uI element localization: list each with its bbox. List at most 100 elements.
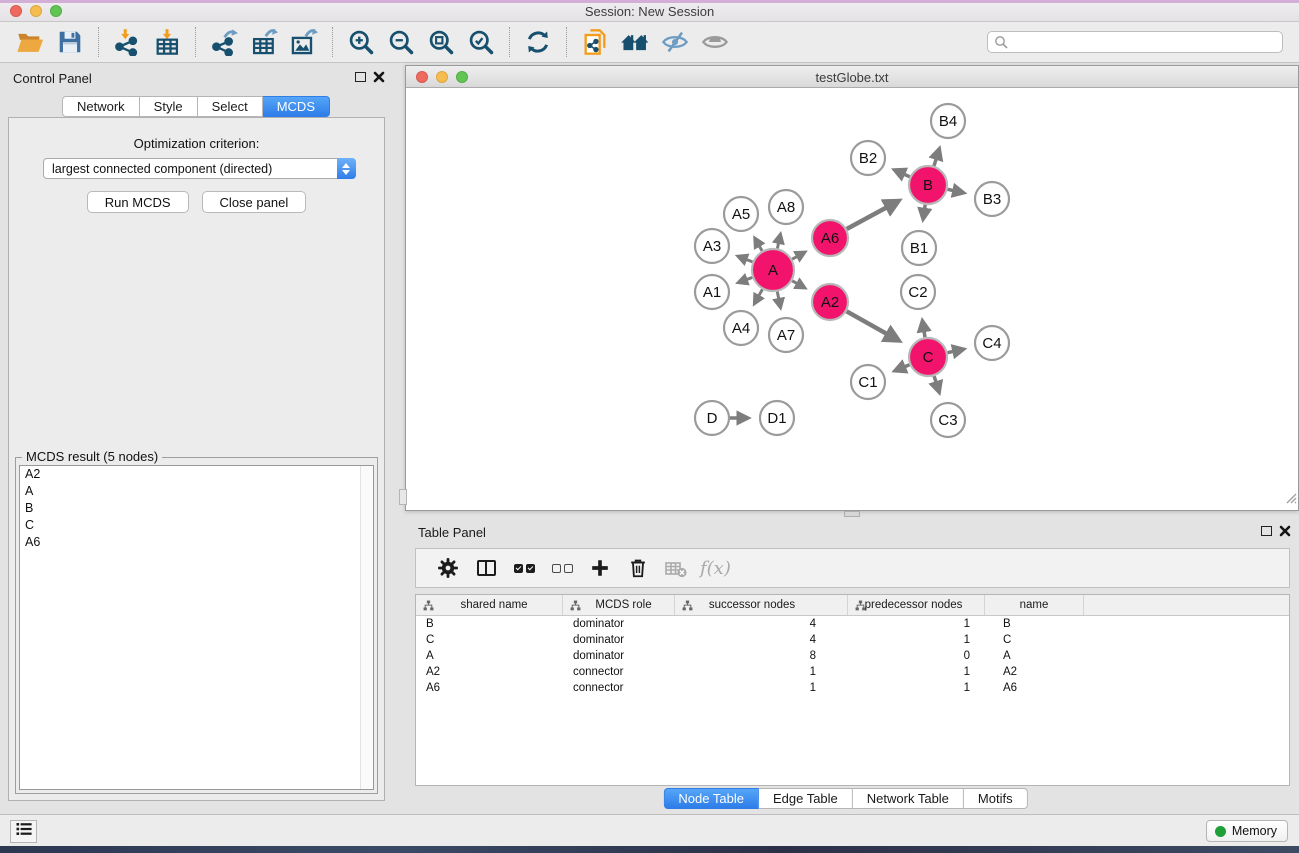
tab-select[interactable]: Select [198,96,263,117]
cell-mcds-role[interactable]: dominator [563,634,675,646]
cell-name[interactable]: A2 [985,666,1084,678]
graph-node-B3[interactable]: B3 [975,182,1009,216]
zoom-fit-icon[interactable] [424,25,458,59]
tab-network-table[interactable]: Network Table [853,788,964,809]
select-all-checkboxes-icon[interactable] [506,553,542,583]
list-item[interactable]: A2 [20,466,373,483]
graph-node-B[interactable]: B [909,166,947,204]
column-header-mcds-role[interactable]: MCDS role [563,595,675,615]
cell-name[interactable]: A [985,650,1084,662]
deselect-all-checkboxes-icon[interactable] [544,553,580,583]
node-table[interactable]: shared name MCDS role successor nodes [415,594,1290,786]
cell-name[interactable]: A6 [985,682,1084,694]
cell-successor-nodes[interactable]: 4 [675,634,848,646]
graph-node-C3[interactable]: C3 [931,403,965,437]
cell-mcds-role[interactable]: connector [563,682,675,694]
graph-node-A6[interactable]: A6 [812,220,848,256]
zoom-out-icon[interactable] [384,25,418,59]
zoom-in-icon[interactable] [344,25,378,59]
graph-node-A4[interactable]: A4 [724,311,758,345]
home-networks-icon[interactable] [618,25,652,59]
graph-node-A8[interactable]: A8 [769,190,803,224]
tab-style[interactable]: Style [140,96,198,117]
cell-successor-nodes[interactable]: 4 [675,618,848,630]
search-input[interactable] [987,31,1283,53]
mcds-result-list[interactable]: A2 A B C A6 [19,465,374,790]
graph-node-B1[interactable]: B1 [902,231,936,265]
cell-predecessor-nodes[interactable]: 1 [848,618,985,630]
tab-motifs[interactable]: Motifs [964,788,1028,809]
table-row[interactable]: A6 connector 1 1 A6 [416,680,1289,696]
list-item[interactable]: C [20,517,373,534]
open-file-icon[interactable] [13,25,47,59]
refresh-icon[interactable] [521,25,555,59]
list-item[interactable]: A6 [20,534,373,551]
column-header-shared-name[interactable]: shared name [416,595,563,615]
graph-node-A7[interactable]: A7 [769,318,803,352]
cell-shared-name[interactable]: B [416,618,563,630]
add-column-icon[interactable] [582,553,618,583]
export-network-icon[interactable] [207,25,241,59]
import-network-icon[interactable] [110,25,144,59]
graph-node-A5[interactable]: A5 [724,197,758,231]
splitter-handle[interactable] [844,511,860,517]
close-panel-button[interactable]: Close panel [202,191,307,213]
table-row[interactable]: A dominator 8 0 A [416,648,1289,664]
cell-predecessor-nodes[interactable]: 0 [848,650,985,662]
close-panel-icon[interactable] [373,70,385,88]
hide-selected-icon[interactable] [658,25,692,59]
cell-predecessor-nodes[interactable]: 1 [848,634,985,646]
cell-shared-name[interactable]: C [416,634,563,646]
cell-name[interactable]: C [985,634,1084,646]
task-history-button[interactable] [10,820,37,843]
cell-predecessor-nodes[interactable]: 1 [848,666,985,678]
cell-name[interactable]: B [985,618,1084,630]
zoom-selected-icon[interactable] [464,25,498,59]
cell-successor-nodes[interactable]: 1 [675,682,848,694]
cell-predecessor-nodes[interactable]: 1 [848,682,985,694]
column-header-predecessor-nodes[interactable]: predecessor nodes [848,595,985,615]
network-canvas[interactable]: ABCA6A2B4B2B3B1A5A8A3A1A4A7C2C4C1C3DD1 [406,88,1298,510]
export-image-icon[interactable] [287,25,321,59]
table-row[interactable]: B dominator 4 1 B [416,616,1289,632]
memory-button[interactable]: Memory [1206,820,1288,842]
graph-node-C1[interactable]: C1 [851,365,885,399]
cell-shared-name[interactable]: A2 [416,666,563,678]
function-builder-icon[interactable]: f(x) [700,558,731,579]
graph-node-A1[interactable]: A1 [695,275,729,309]
splitter-handle[interactable] [399,489,407,505]
list-item[interactable]: B [20,500,373,517]
settings-gear-icon[interactable] [430,553,466,583]
cell-successor-nodes[interactable]: 1 [675,666,848,678]
tab-network[interactable]: Network [62,96,140,117]
graph-node-D[interactable]: D [695,401,729,435]
graph-node-B4[interactable]: B4 [931,104,965,138]
criterion-select[interactable]: largest connected component (directed) [43,158,356,179]
column-layout-icon[interactable] [468,553,504,583]
run-mcds-button[interactable]: Run MCDS [87,191,189,213]
tab-mcds[interactable]: MCDS [263,96,330,117]
float-panel-icon[interactable] [355,72,366,82]
delete-table-icon[interactable] [658,553,694,583]
list-item[interactable]: A [20,483,373,500]
network-graph[interactable]: ABCA6A2B4B2B3B1A5A8A3A1A4A7C2C4C1C3DD1 [406,88,1298,511]
resize-grip-icon[interactable] [1283,490,1297,509]
table-row[interactable]: C dominator 4 1 C [416,632,1289,648]
tab-node-table[interactable]: Node Table [663,788,759,809]
graph-node-B2[interactable]: B2 [851,141,885,175]
export-table-icon[interactable] [247,25,281,59]
cell-shared-name[interactable]: A6 [416,682,563,694]
graph-node-D1[interactable]: D1 [760,401,794,435]
column-header-successor-nodes[interactable]: successor nodes [675,595,848,615]
graph-node-A3[interactable]: A3 [695,229,729,263]
save-session-icon[interactable] [53,25,87,59]
network-window-titlebar[interactable]: testGlobe.txt [406,66,1298,88]
cell-shared-name[interactable]: A [416,650,563,662]
table-row[interactable]: A2 connector 1 1 A2 [416,664,1289,680]
float-panel-icon[interactable] [1261,526,1272,536]
import-table-icon[interactable] [150,25,184,59]
close-panel-icon[interactable] [1279,524,1291,542]
graph-node-C2[interactable]: C2 [901,275,935,309]
scrollbar-track[interactable] [360,466,373,789]
delete-column-icon[interactable] [620,553,656,583]
